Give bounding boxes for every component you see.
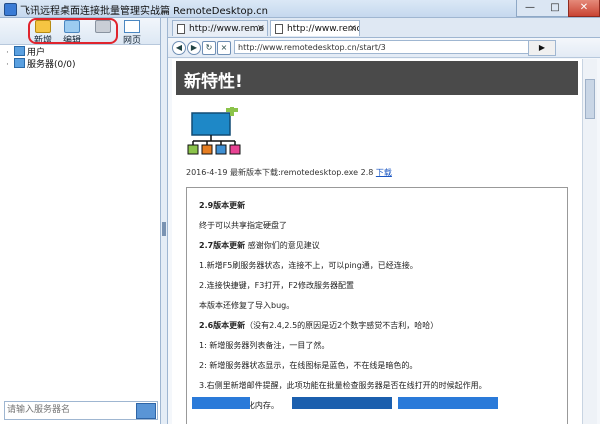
server-toolbar: 新增 编辑 网页 [0, 18, 160, 46]
vertical-scrollbar[interactable] [582, 59, 597, 424]
close-button[interactable]: ✕ [568, 0, 600, 17]
page-icon [275, 24, 283, 34]
release-info: 2016-4-19 最新版本下载:remotedesktop.exe 2.8 下… [186, 167, 392, 178]
splitter-grip[interactable] [162, 222, 166, 236]
tree-item-label: 用户 [27, 48, 46, 58]
tree-item-label: 服务器(0/0) [27, 60, 76, 70]
title-bar: 飞讯远程桌面连接批量管理实战篇 RemoteDesktop.cn — □ ✕ [0, 0, 600, 18]
address-bar: ◀ ▶ ↻ × http://www.remotedesktop.cn/star… [168, 38, 600, 58]
note-line: 2.9版本更新 [199, 201, 246, 210]
go-button[interactable]: ▶ [528, 40, 556, 56]
tab-page-1[interactable]: http://www.remo × [172, 20, 268, 36]
note-line: 本版本还修复了导入bug。 [199, 301, 295, 310]
forward-icon[interactable]: ▶ [187, 41, 201, 55]
stop-icon[interactable]: × [217, 41, 231, 55]
tree-item-servers[interactable]: · 服务器(0/0) [6, 58, 76, 70]
tab-page-2[interactable]: http://www.remo × [270, 20, 360, 36]
tab-close-icon[interactable]: × [349, 21, 357, 36]
users-icon [14, 46, 25, 56]
window-title: 飞讯远程桌面连接批量管理实战篇 RemoteDesktop.cn [20, 6, 269, 17]
server-icon [14, 58, 25, 68]
page-banner: 新特性! [176, 61, 578, 95]
page-icon [177, 24, 185, 34]
browser-panel: http://www.remo × http://www.remo × ◀ ▶ … [168, 18, 600, 424]
search-box [4, 401, 158, 420]
server-tree: · 用户 · 服务器(0/0) [6, 46, 76, 70]
refresh-icon[interactable]: ↻ [202, 41, 216, 55]
web-button[interactable]: 网页 [117, 20, 147, 46]
tab-close-icon[interactable]: × [257, 21, 265, 36]
highlight-annotation [28, 18, 118, 44]
maximize-button[interactable]: □ [542, 0, 569, 17]
note-line: 终于可以共享指定硬盘了 [199, 221, 287, 230]
promo-bar [292, 397, 392, 409]
tab-strip: http://www.remo × http://www.remo × [168, 18, 600, 38]
release-notes: 2.9版本更新 终于可以共享指定硬盘了 2.7版本更新 感谢你们的意见建议 1.… [186, 187, 568, 424]
note-line: 2.7版本更新 感谢你们的意见建议 [199, 241, 320, 250]
network-logo-icon [187, 107, 241, 155]
web-page-icon [124, 20, 140, 33]
expand-icon[interactable]: · [6, 59, 14, 71]
search-input[interactable] [7, 403, 135, 417]
note-line: 3.右侧里新增邮件提醒，此项功能在批量检查服务器是否在线打开的时候起作用。 [199, 381, 487, 390]
download-link[interactable]: 下载 [376, 168, 392, 177]
note-line: 2.连接快捷键，F3打开，F2修改服务器配置 [199, 281, 355, 290]
note-line: 2: 新增服务器状态显示，在线图标是蓝色，不在线是暗色的。 [199, 361, 418, 370]
app-icon [4, 3, 17, 16]
web-label: 网页 [122, 36, 141, 46]
tab-label: http://www.remo [189, 24, 265, 34]
panel-splitter[interactable] [161, 18, 168, 424]
scrollbar-thumb[interactable] [585, 79, 595, 119]
tree-item-users[interactable]: · 用户 [6, 46, 76, 58]
minimize-button[interactable]: — [516, 0, 544, 17]
url-field[interactable]: http://www.remotedesktop.cn/start/3 [234, 40, 534, 54]
search-button[interactable] [136, 403, 156, 419]
page-title: 新特性! [184, 72, 243, 92]
left-panel: 新增 编辑 网页 · 用户 · 服务器(0/0) [0, 18, 161, 424]
note-line: 1: 新增服务器列表备注，一目了然。 [199, 341, 330, 350]
promo-bar [192, 397, 250, 409]
web-content: 新特性! 2016-4-19 最新版本下载:remotedesktop.exe … [172, 59, 582, 424]
note-line: 2.6版本更新（没有2.4,2.5的原因是迈2个数字感觉不吉利，哈哈） [199, 321, 439, 330]
promo-bar [398, 397, 498, 409]
release-text: 2016-4-19 最新版本下载:remotedesktop.exe 2.8 [186, 168, 374, 177]
note-line: 1.新增F5刷服务器状态，连接不上，可以ping通，已经连接。 [199, 261, 418, 270]
back-icon[interactable]: ◀ [172, 41, 186, 55]
